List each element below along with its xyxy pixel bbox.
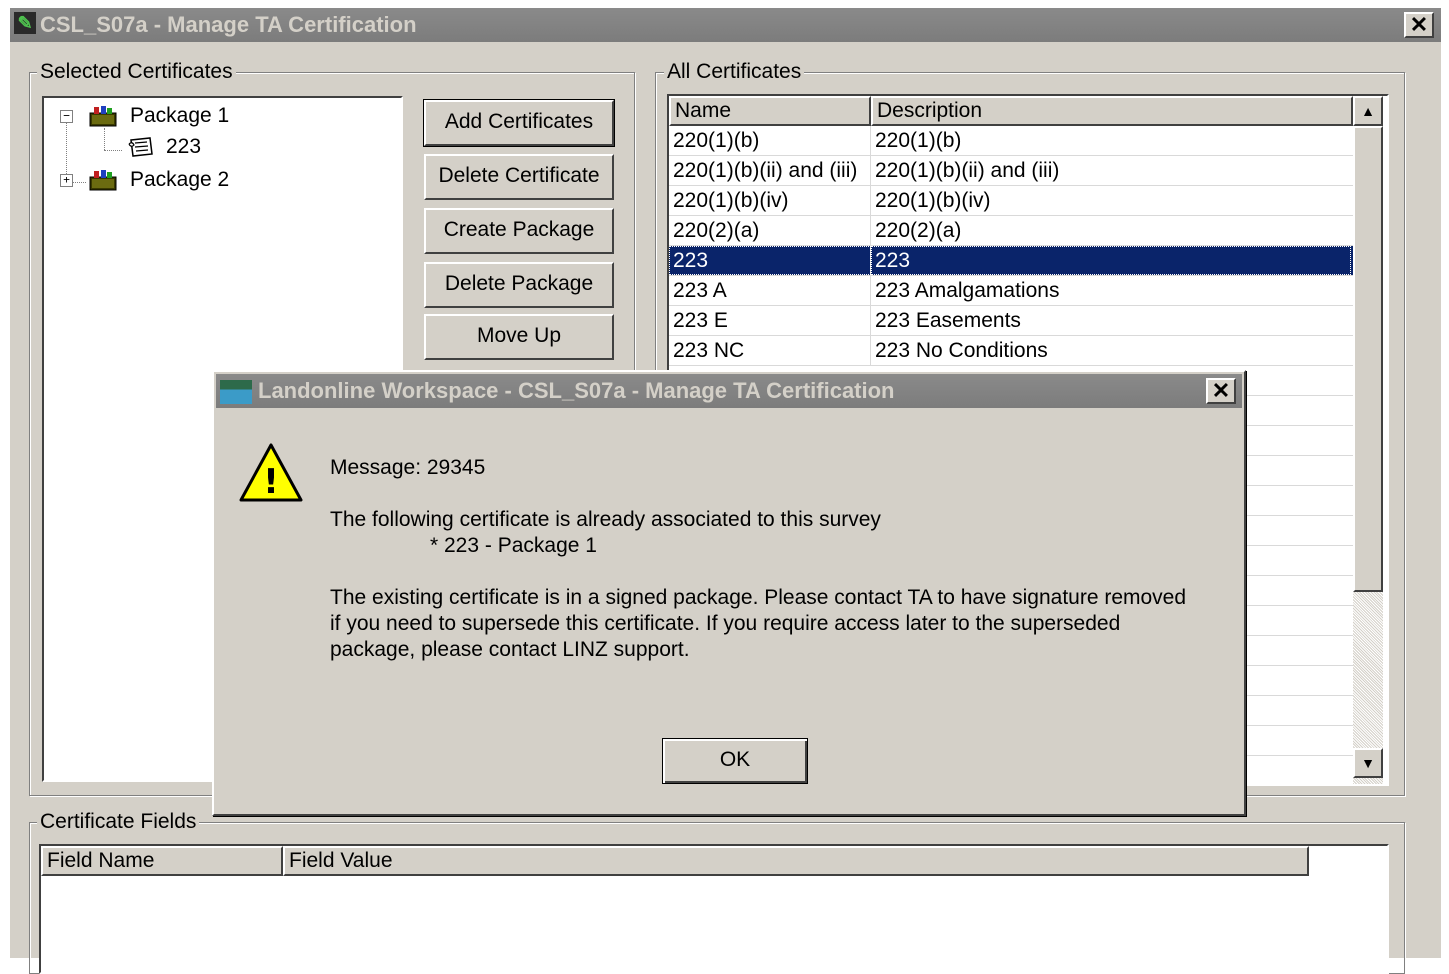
package-1-collapse-toggle[interactable]: − xyxy=(60,110,73,123)
cell-name: 223 A xyxy=(669,276,871,305)
cell-description: 223 Amalgamations xyxy=(875,279,1060,302)
cell-name: 223 E xyxy=(669,306,871,335)
cell-description: 223 xyxy=(871,246,1351,275)
table-row[interactable]: 223 A 223 Amalgamations xyxy=(669,276,1353,306)
tree-item-label: Package 2 xyxy=(130,168,230,191)
window-close-button[interactable]: ✕ xyxy=(1404,12,1434,38)
window-title: CSL_S07a - Manage TA Certification xyxy=(40,12,417,37)
selected-certificates-label: Selected Certificates xyxy=(37,60,236,84)
certificate-icon xyxy=(128,137,153,157)
add-certificates-button[interactable]: Add Certificates xyxy=(423,99,615,147)
message-paragraph-line: The existing certificate is in a signed … xyxy=(330,586,1187,609)
cell-description: 223 No Conditions xyxy=(875,339,1048,362)
table-row[interactable]: 220(2)(a) 220(2)(a) xyxy=(669,216,1353,246)
ok-button[interactable]: OK xyxy=(662,738,808,784)
dialog-close-button[interactable]: ✕ xyxy=(1206,378,1236,404)
cell-name: 220(1)(b)(ii) and (iii) xyxy=(669,156,871,185)
dialog-titlebar[interactable]: Landonline Workspace - CSL_S07a - Manage… xyxy=(216,374,1242,408)
column-header-field-name[interactable]: Field Name xyxy=(41,846,283,876)
create-package-button[interactable]: Create Package xyxy=(424,208,614,254)
vertical-scrollbar[interactable]: ▲ ▼ xyxy=(1353,96,1383,784)
package-icon xyxy=(89,106,117,127)
cell-name: 223 NC xyxy=(669,336,871,365)
message-paragraph-line: package, please contact LINZ support. xyxy=(330,638,690,661)
message-line-1: The following certificate is already ass… xyxy=(330,508,881,531)
tree-item-label: 223 xyxy=(166,135,202,158)
dialog-title: Landonline Workspace - CSL_S07a - Manage… xyxy=(258,378,895,403)
message-id: Message: 29345 xyxy=(330,456,486,479)
cell-description: 220(2)(a) xyxy=(875,219,962,242)
package-2-expand-toggle[interactable]: + xyxy=(60,174,73,187)
all-certificates-label: All Certificates xyxy=(664,60,805,84)
cell-description: 220(1)(b)(iv) xyxy=(875,189,991,212)
landonline-icon xyxy=(220,380,252,404)
cell-name: 220(1)(b)(iv) xyxy=(669,186,871,215)
svg-text:!: ! xyxy=(263,462,279,502)
column-header-field-value[interactable]: Field Value xyxy=(283,846,1309,876)
scroll-down-button[interactable]: ▼ xyxy=(1353,748,1383,778)
cell-name: 223 xyxy=(669,246,871,275)
app-icon: ✎ xyxy=(14,12,36,34)
move-up-button[interactable]: Move Up xyxy=(424,314,614,360)
table-row[interactable]: 223 E 223 Easements xyxy=(669,306,1353,336)
message-paragraph-line: if you need to supersede this certificat… xyxy=(330,612,1121,635)
certificate-fields-label: Certificate Fields xyxy=(37,810,200,834)
cell-name: 220(1)(b) xyxy=(669,126,871,155)
scroll-up-button[interactable]: ▲ xyxy=(1353,96,1383,126)
delete-certificate-button[interactable]: Delete Certificate xyxy=(424,154,614,200)
package-icon xyxy=(89,170,117,191)
table-row[interactable]: 220(1)(b)(ii) and (iii) 220(1)(b)(ii) an… xyxy=(669,156,1353,186)
table-row-selected[interactable]: 223 223 xyxy=(669,246,1353,276)
column-header-description[interactable]: Description xyxy=(871,96,1353,126)
certificate-fields-list[interactable]: Field Name Field Value xyxy=(39,844,1389,974)
warning-icon: ! xyxy=(239,443,303,502)
scroll-thumb[interactable] xyxy=(1353,126,1383,592)
delete-package-button[interactable]: Delete Package xyxy=(424,262,614,308)
column-header-name[interactable]: Name xyxy=(669,96,871,126)
table-row[interactable]: 220(1)(b)(iv) 220(1)(b)(iv) xyxy=(669,186,1353,216)
message-line-2: * 223 - Package 1 xyxy=(430,534,597,557)
cell-description: 223 Easements xyxy=(875,309,1021,332)
table-row[interactable]: 220(1)(b) 220(1)(b) xyxy=(669,126,1353,156)
window-titlebar[interactable]: ✎ CSL_S07a - Manage TA Certification ✕ xyxy=(10,8,1441,42)
tree-item-label: Package 1 xyxy=(130,104,230,127)
cell-description: 220(1)(b) xyxy=(875,129,962,152)
cell-name: 220(2)(a) xyxy=(669,216,871,245)
table-row[interactable]: 223 NC 223 No Conditions xyxy=(669,336,1353,366)
message-dialog: Landonline Workspace - CSL_S07a - Manage… xyxy=(212,370,1246,816)
cell-description: 220(1)(b)(ii) and (iii) xyxy=(875,159,1060,182)
